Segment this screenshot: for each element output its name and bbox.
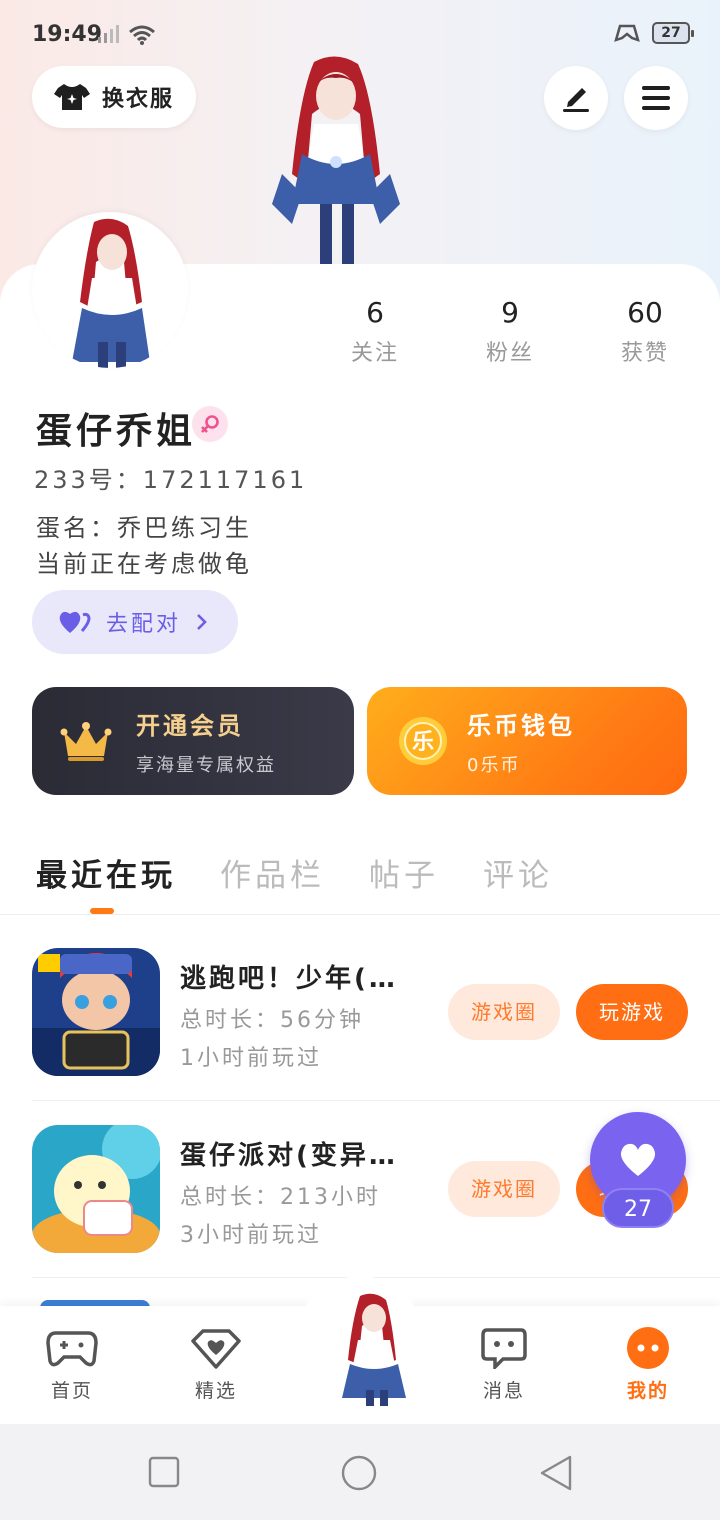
signal-icon <box>98 25 119 43</box>
status-right-icons: 27 <box>612 22 694 44</box>
coin-glyph: 乐 <box>412 730 434 755</box>
chevron-right-icon <box>197 614 207 630</box>
game-last-played: 3小时前玩过 <box>180 1223 322 1248</box>
profile-dots-icon <box>622 1326 674 1370</box>
nav-label: 首页 <box>50 1380 93 1402</box>
wallet-text: 乐币钱包 0乐币 <box>467 706 575 777</box>
nav-home[interactable]: 首页 <box>32 1326 112 1403</box>
nav-label: 我的 <box>626 1380 669 1402</box>
game-last-played: 1小时前玩过 <box>180 1046 322 1071</box>
gamepad-status-icon <box>614 24 640 42</box>
pen-icon <box>563 88 589 112</box>
hamburger-icon <box>642 86 670 110</box>
like-count-badge: 27 <box>602 1188 674 1228</box>
shirt-icon <box>54 84 90 110</box>
divider <box>0 914 720 915</box>
gamepad-icon <box>46 1326 98 1370</box>
game-icon <box>32 1125 160 1253</box>
match-label: 去配对 <box>106 612 182 637</box>
menu-button[interactable] <box>624 66 688 130</box>
game-circle-button[interactable]: 游戏圈 <box>448 1161 560 1217</box>
chat-icon <box>478 1326 530 1370</box>
stat-label: 获赞 <box>620 341 669 366</box>
signal-icons <box>96 24 156 46</box>
wallet-title: 乐币钱包 <box>467 711 575 740</box>
stat-value: 60 <box>627 296 663 329</box>
stat-value: 9 <box>501 296 519 329</box>
heart-box-icon <box>190 1326 242 1370</box>
female-icon <box>201 415 219 433</box>
stat-following[interactable]: 6 关注 <box>330 296 420 376</box>
stat-fans[interactable]: 9 粉丝 <box>465 296 555 376</box>
stat-value: 6 <box>366 296 384 329</box>
nav-label: 消息 <box>482 1380 525 1402</box>
nav-featured[interactable]: 精选 <box>176 1326 256 1403</box>
game-name: 蛋仔派对(变异… <box>180 1141 398 1171</box>
change-outfit-button[interactable]: 换衣服 <box>32 66 196 128</box>
game-duration: 总时长：56分钟 <box>180 1008 364 1033</box>
tab-works[interactable]: 作品栏 <box>220 850 325 895</box>
system-navigation-bar <box>0 1424 720 1520</box>
list-item[interactable]: 逃跑吧！少年(… 总时长：56分钟 1小时前玩过 游戏圈 玩游戏 <box>32 948 688 1078</box>
gender-badge <box>192 406 228 442</box>
match-button[interactable]: 去配对 <box>32 590 238 654</box>
bio-line: 当前正在考虑做龟 <box>36 550 252 578</box>
coin-icon: 乐 <box>399 717 447 765</box>
heart-icon <box>620 1143 656 1176</box>
crown-icon <box>60 722 112 761</box>
change-outfit-label: 换衣服 <box>102 87 175 112</box>
back-triangle-icon[interactable] <box>538 1454 574 1492</box>
profile-tabs: 最近在玩 作品栏 帖子 评论 <box>36 850 553 895</box>
profile-stats: 6 关注 9 粉丝 60 获赞 <box>330 296 690 376</box>
nav-label: 精选 <box>194 1380 237 1402</box>
wifi-icon <box>129 25 155 45</box>
vip-subtitle: 享海量专属权益 <box>136 754 276 776</box>
stat-likes[interactable]: 60 获赞 <box>600 296 690 376</box>
nav-mine[interactable]: 我的 <box>608 1326 688 1403</box>
stat-label: 关注 <box>350 341 399 366</box>
home-circle-icon[interactable] <box>340 1454 378 1492</box>
vip-title: 开通会员 <box>136 711 244 740</box>
tab-recent-played[interactable]: 最近在玩 <box>36 850 176 895</box>
double-heart-icon <box>59 611 91 633</box>
avatar-character-image <box>72 218 150 368</box>
recent-apps-icon[interactable] <box>148 1456 180 1488</box>
vip-text: 开通会员 享海量专属权益 <box>136 706 276 777</box>
play-game-button[interactable]: 玩游戏 <box>576 984 688 1040</box>
username: 蛋仔乔姐 <box>36 411 197 452</box>
game-duration: 总时长：213小时 <box>180 1185 381 1210</box>
user-id: 233号：172117161 <box>34 466 308 494</box>
game-icon <box>32 948 160 1076</box>
character-avatar-3d[interactable] <box>262 54 410 268</box>
stat-label: 粉丝 <box>485 341 534 366</box>
tab-comments[interactable]: 评论 <box>483 850 553 895</box>
nav-messages[interactable]: 消息 <box>464 1326 544 1403</box>
bio-line: 蛋名：乔巴练习生 <box>36 514 252 542</box>
edit-profile-button[interactable] <box>544 66 608 130</box>
game-name: 逃跑吧！少年(… <box>180 964 398 994</box>
list-item[interactable]: 蛋仔派对(变异… 总时长：213小时 3小时前玩过 游戏圈 玩游戏 <box>32 1125 688 1255</box>
battery-indicator: 27 <box>652 22 694 44</box>
status-time: 19:49 <box>32 22 103 47</box>
wallet-balance: 0乐币 <box>467 754 521 776</box>
game-circle-button[interactable]: 游戏圈 <box>448 984 560 1040</box>
wallet-card[interactable]: 乐 乐币钱包 0乐币 <box>367 687 687 795</box>
vip-membership-card[interactable]: 开通会员 享海量专属权益 <box>32 687 354 795</box>
nav-character-avatar[interactable] <box>326 1290 416 1408</box>
divider <box>32 1100 720 1101</box>
avatar[interactable] <box>32 212 188 368</box>
tab-posts[interactable]: 帖子 <box>369 850 439 895</box>
